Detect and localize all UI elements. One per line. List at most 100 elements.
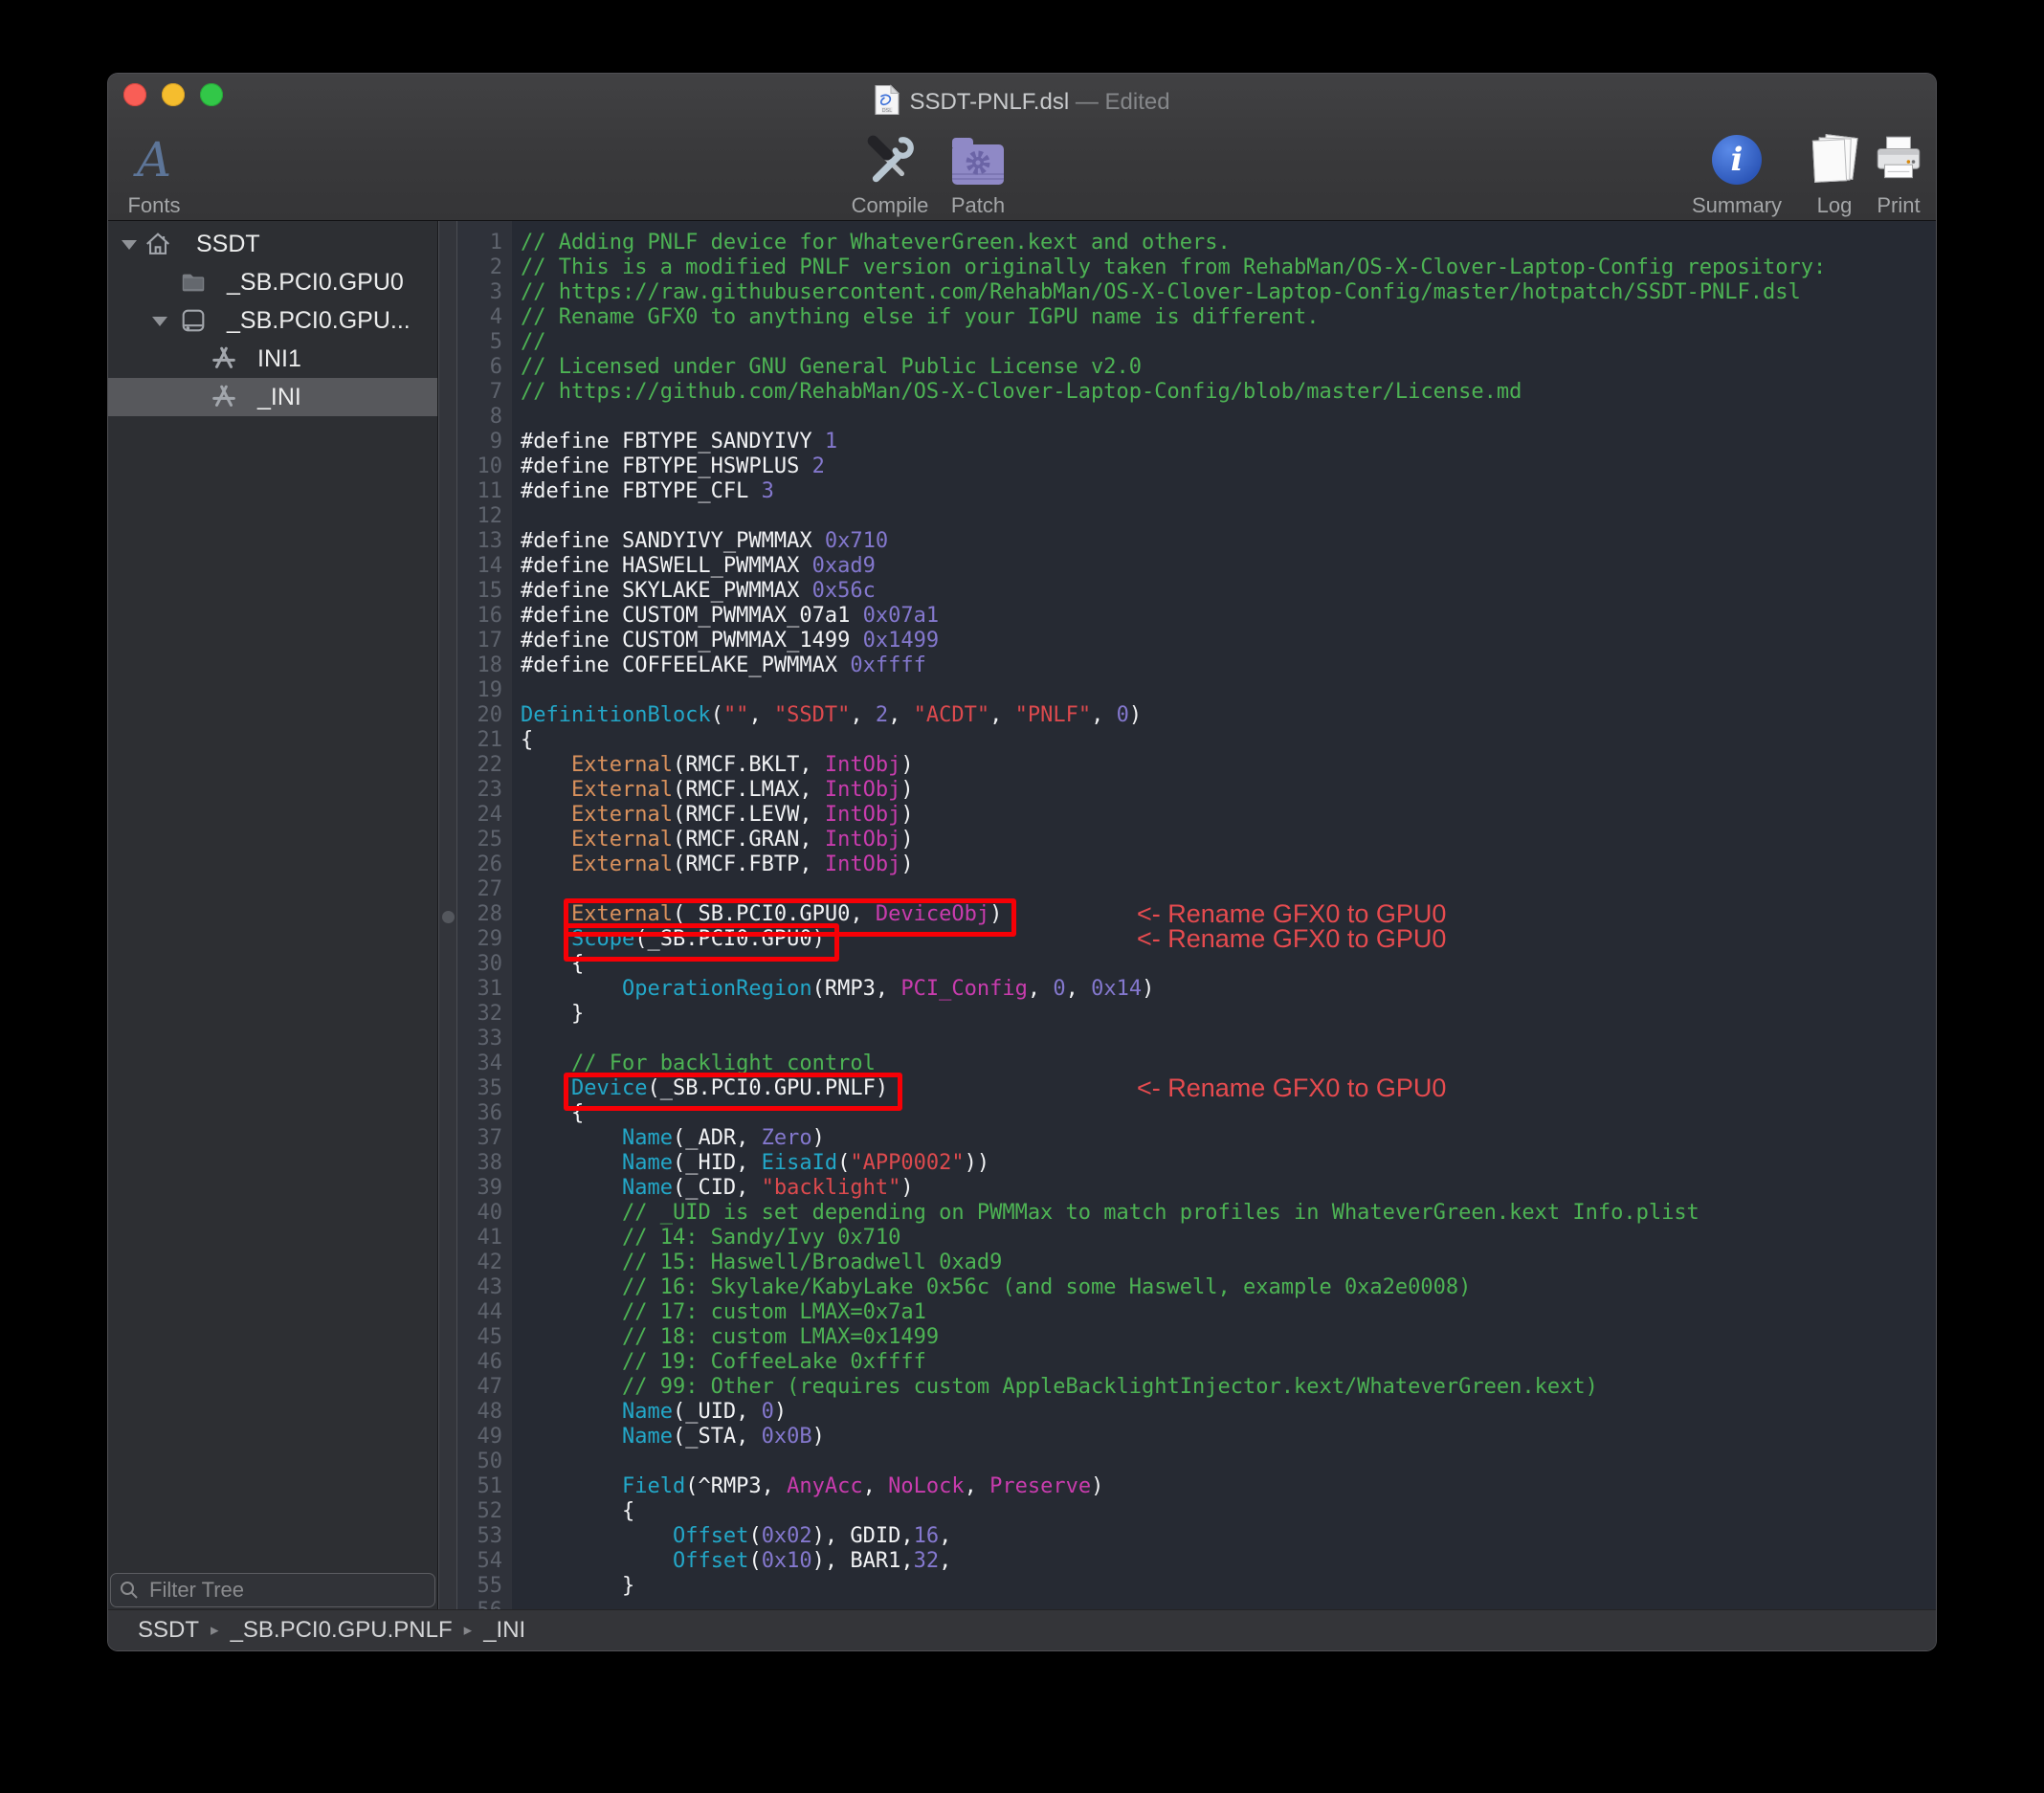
code-line: 40 // _UID is set depending on PWMMax to…	[457, 1201, 1936, 1226]
code-line: 47 // 99: Other (requires custom AppleBa…	[457, 1375, 1936, 1400]
code-text: Name(_HID, EisaId("APP0002"))	[621, 1151, 990, 1175]
code-line: 6 // Licensed under GNU General Public Li…	[457, 355, 1936, 380]
breadcrumb-separator-icon: ▸	[211, 1621, 219, 1639]
disclosure-triangle-icon[interactable]	[152, 317, 167, 326]
maciasl-window: DSL SSDT-PNLF.dsl — Edited A Fonts Compi…	[108, 74, 1936, 1650]
sidebar-item-label: _SB.PCI0.GPU...	[227, 307, 411, 334]
line-number: 8	[489, 405, 502, 429]
sidebar-item-ssdt[interactable]: SSDT	[108, 225, 437, 263]
editor-margin	[438, 221, 457, 1610]
code-text: #define SANDYIVY_PWMMAX 0x710	[521, 529, 889, 553]
code-text: // This is a modified PNLF version origi…	[521, 255, 1827, 279]
filter-tree-input[interactable]	[110, 1573, 435, 1607]
window-chrome: DSL SSDT-PNLF.dsl — Edited A Fonts Compi…	[108, 74, 1936, 221]
code-text: // https://github.com/RehabMan/OS-X-Clov…	[521, 380, 1522, 404]
compile-button[interactable]: Compile	[847, 127, 933, 218]
code-line: 27	[457, 877, 1936, 902]
line-number: 2	[489, 255, 502, 279]
patch-button[interactable]: Patch	[935, 127, 1021, 218]
line-number: 36	[477, 1101, 503, 1125]
code-text: Name(_STA, 0x0B)	[621, 1425, 825, 1449]
code-text: {	[521, 952, 585, 976]
summary-button[interactable]: i Summary	[1687, 127, 1787, 218]
code-line: 50	[457, 1450, 1936, 1474]
folder-icon	[179, 268, 208, 297]
line-number: 15	[477, 579, 503, 603]
code-line: 23 External(RMCF.LMAX, IntObj)	[457, 778, 1936, 803]
code-line: 55 }	[457, 1574, 1936, 1599]
sidebar-item-label: _INI	[257, 384, 301, 410]
line-number: 19	[477, 678, 503, 702]
line-number: 11	[477, 479, 503, 503]
line-number: 53	[477, 1524, 503, 1548]
line-number: 9	[489, 430, 502, 454]
sidebar-item--sb-pci0-gpu0[interactable]: _SB.PCI0.GPU0	[108, 263, 437, 301]
line-number: 4	[489, 305, 502, 329]
code-text: //	[521, 330, 546, 354]
code-line: 18 #define COFFEELAKE_PWMMAX 0xffff	[457, 653, 1936, 678]
line-marker-dot	[442, 911, 455, 923]
line-number: 46	[477, 1350, 503, 1374]
code-text: // 17: custom LMAX=0x7a1	[621, 1300, 926, 1324]
breadcrumb-item[interactable]: SSDT	[138, 1617, 199, 1644]
code-text: // For backlight control	[570, 1051, 876, 1075]
minimize-button[interactable]	[162, 83, 185, 106]
code-line: 24 External(RMCF.LEVW, IntObj)	[457, 803, 1936, 828]
code-line: 44 // 17: custom LMAX=0x7a1	[457, 1300, 1936, 1325]
line-number: 20	[477, 703, 503, 727]
code-line: 48 Name(_UID, 0)	[457, 1400, 1936, 1425]
compile-label: Compile	[851, 193, 929, 217]
code-editor[interactable]: 1 // Adding PNLF device for WhateverGreen…	[457, 221, 1936, 1610]
line-number: 31	[477, 977, 503, 1001]
zoom-button[interactable]	[200, 83, 223, 106]
code-text: External(RMCF.LMAX, IntObj)	[570, 778, 914, 802]
code-text: DefinitionBlock("", "SSDT", 2, "ACDT", "…	[521, 703, 1143, 727]
code-text: Offset(0x02), GDID,16,	[672, 1524, 952, 1548]
line-number: 54	[477, 1549, 503, 1573]
sidebar-item-ini1[interactable]: INI1	[108, 340, 437, 378]
disclosure-triangle-icon[interactable]	[122, 240, 137, 250]
line-number: 43	[477, 1275, 503, 1299]
line-number: 42	[477, 1251, 503, 1274]
breadcrumb-item[interactable]: _INI	[483, 1617, 525, 1644]
method-icon	[210, 344, 238, 373]
sidebar-item--ini[interactable]: _INI	[108, 378, 437, 416]
code-text: {	[521, 728, 534, 752]
line-number: 7	[489, 380, 502, 404]
fonts-button[interactable]: A Fonts	[115, 127, 193, 218]
sidebar-item-label: _SB.PCI0.GPU0	[227, 269, 404, 296]
code-line: 7 // https://github.com/RehabMan/OS-X-Clo…	[457, 380, 1936, 405]
code-line: 28 External(_SB.PCI0.GPU0, DeviceObj)	[457, 902, 1936, 927]
print-button[interactable]: Print	[1861, 127, 1936, 218]
sidebar-item--sb-pci0-gpu-[interactable]: _SB.PCI0.GPU...	[108, 301, 437, 340]
document-icon: DSL	[874, 84, 900, 121]
code-line: 22 External(RMCF.BKLT, IntObj)	[457, 753, 1936, 778]
code-text: #define CUSTOM_PWMMAX_1499 0x1499	[521, 629, 940, 653]
code-line: 42 // 15: Haswell/Broadwell 0xad9	[457, 1251, 1936, 1275]
code-line: 17 #define CUSTOM_PWMMAX_1499 0x1499	[457, 629, 1936, 653]
code-line: 51 Field(^RMP3, AnyAcc, NoLock, Preserve…	[457, 1474, 1936, 1499]
code-line: 21 {	[457, 728, 1936, 753]
line-number: 16	[477, 604, 503, 628]
sidebar: SSDT _SB.PCI0.GPU0 _SB.PCI0.GPU... INI1 _INI	[108, 221, 438, 1610]
line-number: 28	[477, 902, 503, 926]
line-number: 32	[477, 1002, 503, 1026]
code-line: 3 // https://raw.githubusercontent.com/Re…	[457, 280, 1936, 305]
breadcrumb-item[interactable]: _SB.PCI0.GPU.PNLF	[231, 1617, 453, 1644]
code-line: 30 {	[457, 952, 1936, 977]
code-line: 15 #define SKYLAKE_PWMMAX 0x56c	[457, 579, 1936, 604]
code-line: 33	[457, 1027, 1936, 1051]
line-number: 12	[477, 504, 503, 528]
code-text: // 18: custom LMAX=0x1499	[621, 1325, 940, 1349]
code-text: #define SKYLAKE_PWMMAX 0x56c	[521, 579, 876, 603]
close-button[interactable]	[123, 83, 146, 106]
code-line: 39 Name(_CID, "backlight")	[457, 1176, 1936, 1201]
code-line: 13 #define SANDYIVY_PWMMAX 0x710	[457, 529, 1936, 554]
sidebar-item-label: SSDT	[196, 231, 260, 257]
fonts-label: Fonts	[127, 193, 181, 217]
code-line: 11 #define FBTYPE_CFL 3	[457, 479, 1936, 504]
line-number: 40	[477, 1201, 503, 1225]
fonts-icon: A	[136, 132, 172, 188]
code-text: Device(_SB.PCI0.GPU.PNLF)	[570, 1076, 889, 1100]
line-number: 17	[477, 629, 503, 653]
